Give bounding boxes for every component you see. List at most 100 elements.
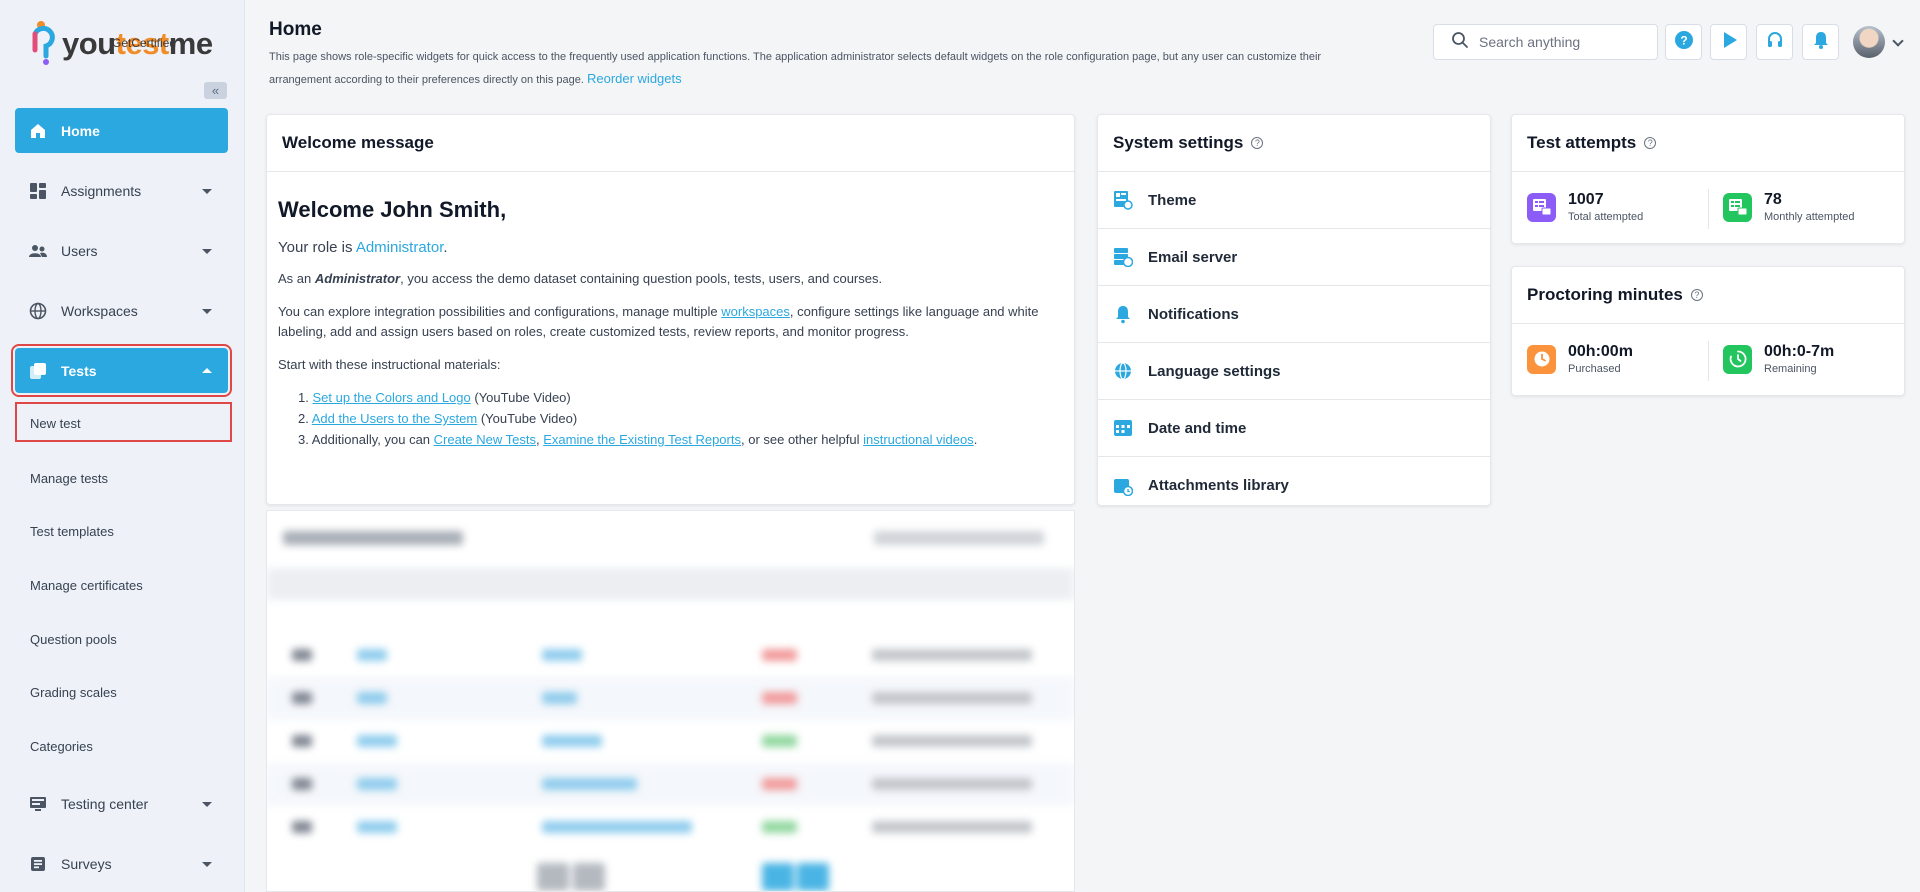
text: , or see other helpful <box>740 432 864 447</box>
clock-icon <box>1527 344 1556 374</box>
widget-title: System settings <box>1113 133 1244 152</box>
settings-item-label: Date and time <box>1148 419 1247 437</box>
sidebar-item-label: Assignments <box>61 182 142 199</box>
sidebar-item-home[interactable]: Home <box>15 108 228 153</box>
settings-item-theme[interactable]: Theme <box>1098 172 1490 229</box>
email-server-icon <box>1113 247 1133 267</box>
theme-icon <box>1113 190 1133 210</box>
reorder-widgets-link[interactable]: Reorder widgets <box>587 71 682 86</box>
stat-value: 1007 <box>1568 191 1604 208</box>
bell-icon <box>1811 30 1831 55</box>
settings-item-label: Email server <box>1148 248 1238 266</box>
test-reports-link[interactable]: Examine the Existing Test Reports <box>543 432 741 447</box>
blurred-title <box>283 531 463 545</box>
brand-tagline: GetCertified <box>112 36 177 50</box>
sidebar-item-testing-center[interactable]: Testing center <box>15 781 228 826</box>
collapse-sidebar-button[interactable]: « <box>204 82 227 99</box>
global-search[interactable] <box>1433 24 1658 60</box>
tests-icon <box>28 361 48 381</box>
sidebar-subitem-question-pools[interactable]: Question pools <box>30 632 117 647</box>
sidebar-item-label: Workspaces <box>61 302 138 319</box>
create-tests-link[interactable]: Create New Tests <box>434 432 536 447</box>
timer-icon <box>1723 344 1752 374</box>
info-icon[interactable]: ? <box>1690 289 1703 301</box>
settings-item-label: Notifications <box>1148 305 1239 323</box>
settings-item-label: Language settings <box>1148 362 1281 380</box>
settings-item-label: Theme <box>1148 191 1197 209</box>
calendar-icon <box>1113 418 1133 438</box>
sidebar-subitem-grading-scales[interactable]: Grading scales <box>30 685 117 700</box>
stat-label: Purchased <box>1568 363 1621 375</box>
text: As an <box>278 271 315 286</box>
attachments-icon <box>1113 476 1133 496</box>
chevron-down-icon[interactable] <box>1892 35 1904 47</box>
table-row <box>267 720 1074 763</box>
blurred-widget <box>266 510 1075 892</box>
sidebar-item-label: Testing center <box>61 795 149 812</box>
workspaces-link[interactable]: workspaces <box>721 304 790 319</box>
pagination-button <box>762 863 794 891</box>
intro-paragraph: As an Administrator, you access the demo… <box>278 269 1063 289</box>
support-button[interactable] <box>1756 24 1793 60</box>
chevron-up-icon <box>202 367 212 373</box>
info-icon[interactable]: ? <box>1251 137 1264 149</box>
home-icon <box>28 121 48 141</box>
settings-item-email-server[interactable]: Email server <box>1098 229 1490 286</box>
sidebar: youtestme GetCertified « Home Assignment… <box>0 0 245 892</box>
search-input[interactable] <box>1479 34 1649 50</box>
sidebar-item-label: Users <box>61 242 98 259</box>
instructional-videos-link[interactable]: instructional videos <box>863 432 974 447</box>
user-avatar[interactable] <box>1853 26 1885 58</box>
stat-label: Remaining <box>1764 363 1817 375</box>
table-row <box>267 763 1074 806</box>
widget-title: Proctoring minutes <box>1527 285 1683 304</box>
colors-logo-video-link[interactable]: Set up the Colors and Logo <box>312 390 470 405</box>
sidebar-subitem-test-templates[interactable]: Test templates <box>30 524 114 539</box>
stat-label: Monthly attempted <box>1764 211 1855 223</box>
settings-item-language[interactable]: Language settings <box>1098 343 1490 400</box>
add-users-video-link[interactable]: Add the Users to the System <box>312 411 477 426</box>
sidebar-item-assignments[interactable]: Assignments <box>15 168 228 213</box>
blurred-header-row <box>267 568 1074 600</box>
logo-mark-icon <box>32 20 56 66</box>
sidebar-item-workspaces[interactable]: Workspaces <box>15 288 228 333</box>
help-button[interactable]: ? <box>1665 24 1702 60</box>
total-attempted-stat: 1007 Total attempted <box>1512 191 1708 223</box>
sidebar-subitem-manage-tests[interactable]: Manage tests <box>30 471 108 486</box>
role-suffix: . <box>443 239 448 256</box>
settings-item-label: Attachments library <box>1148 477 1289 494</box>
chevron-down-icon <box>202 248 212 254</box>
settings-item-attachments[interactable]: Attachments library <box>1098 457 1490 505</box>
settings-item-date-time[interactable]: Date and time <box>1098 400 1490 457</box>
sidebar-subitem-categories[interactable]: Categories <box>30 739 93 754</box>
notifications-button[interactable] <box>1802 24 1839 60</box>
sidebar-subitem-manage-certificates[interactable]: Manage certificates <box>30 578 143 593</box>
remaining-minutes-stat: 00h:0-7m Remaining <box>1708 341 1904 381</box>
pagination-button <box>573 863 605 891</box>
widget-title: Welcome message <box>267 115 1074 172</box>
sidebar-item-surveys[interactable]: Surveys <box>15 841 228 886</box>
proctoring-minutes-widget: Proctoring minutes? 00h:00m Purchased 00h… <box>1511 266 1905 396</box>
text: . <box>973 432 978 447</box>
headset-icon <box>1765 30 1785 55</box>
welcome-widget: Welcome message Welcome John Smith, Your… <box>266 114 1075 505</box>
chevron-down-icon <box>202 188 212 194</box>
materials-list: 1. Set up the Colors and Logo (YouTube V… <box>278 388 1063 450</box>
help-icon: ? <box>1674 30 1694 55</box>
stat-value: 00h:00m <box>1568 343 1633 360</box>
globe-icon <box>28 301 48 321</box>
list-item: 3. Additionally, you can Create New Test… <box>298 430 1063 450</box>
list-item: 1. Set up the Colors and Logo (YouTube V… <box>298 388 1063 408</box>
sidebar-item-tests[interactable]: Tests <box>11 344 232 397</box>
play-tour-button[interactable] <box>1710 24 1747 60</box>
sidebar-item-label: Tests <box>61 362 97 379</box>
step-number: 3. <box>298 432 309 447</box>
sidebar-item-users[interactable]: Users <box>15 228 228 273</box>
settings-item-notifications[interactable]: Notifications <box>1098 286 1490 343</box>
sidebar-subitem-new-test[interactable]: New test <box>30 416 81 431</box>
step-number: 2. <box>298 411 309 426</box>
role-link[interactable]: Administrator <box>356 239 444 256</box>
chevron-down-icon <box>202 308 212 314</box>
info-icon[interactable]: ? <box>1644 137 1657 149</box>
blurred-select <box>874 531 1044 545</box>
